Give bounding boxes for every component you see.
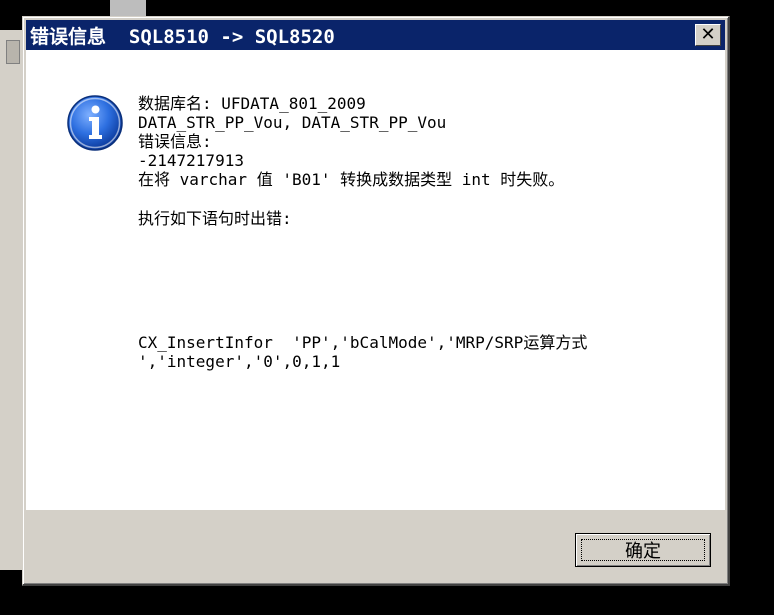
- dialog-title: 错误信息 SQL8510 -> SQL8520: [30, 25, 335, 48]
- message-line-error-label: 错误信息:: [138, 132, 212, 151]
- message-line-database: 数据库名: UFDATA_801_2009: [138, 94, 366, 113]
- ok-button[interactable]: 确定: [575, 533, 711, 567]
- error-message: 数据库名: UFDATA_801_2009 DATA_STR_PP_Vou, D…: [138, 94, 705, 371]
- close-button[interactable]: ✕: [695, 24, 721, 46]
- message-line-error-text: 在将 varchar 值 'B01' 转换成数据类型 int 时失败。: [138, 170, 565, 189]
- message-line-error-code: -2147217913: [138, 151, 244, 170]
- sql-line-1: CX_InsertInfor 'PP','bCalMode','MRP/SRP运…: [138, 333, 588, 352]
- sql-line-2: ','integer','0',0,1,1: [138, 352, 341, 371]
- message-line-exec: 执行如下语句时出错:: [138, 209, 292, 228]
- background-window-control: [6, 40, 20, 64]
- info-icon: [67, 95, 123, 151]
- button-bar: 确定: [26, 510, 725, 581]
- message-area: 数据库名: UFDATA_801_2009 DATA_STR_PP_Vou, D…: [26, 50, 725, 510]
- focus-rectangle: [581, 539, 705, 561]
- background-window-edge: [110, 0, 146, 16]
- message-line-objects: DATA_STR_PP_Vou, DATA_STR_PP_Vou: [138, 113, 447, 132]
- error-dialog: 错误信息 SQL8510 -> SQL8520 ✕ 数据库名: UFDATA_8…: [22, 16, 730, 586]
- dialog-title-bar[interactable]: 错误信息 SQL8510 -> SQL8520 ✕: [26, 20, 725, 50]
- close-icon: ✕: [700, 24, 716, 45]
